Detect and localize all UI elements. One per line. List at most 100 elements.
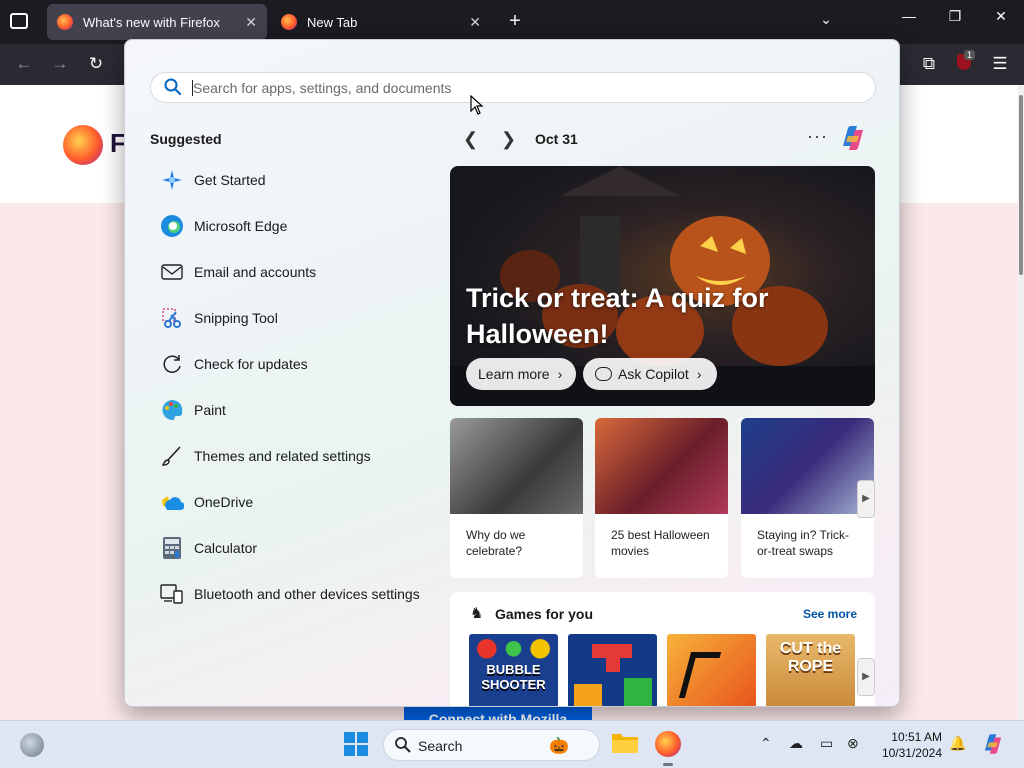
windows-start-icon[interactable] xyxy=(343,731,371,759)
game-controller-icon: ♞ xyxy=(470,605,484,622)
block-red xyxy=(592,644,632,658)
halloween-pumpkin-icon: 🎃 xyxy=(549,738,569,755)
notification-bell-icon[interactable]: 🔔 xyxy=(949,735,966,752)
scrollbar-thumb[interactable] xyxy=(1019,95,1023,275)
suggested-item-paint[interactable]: Paint xyxy=(150,387,440,433)
suggested-item-label: Check for updates xyxy=(194,356,308,372)
reload-icon[interactable]: ↻ xyxy=(84,54,108,74)
browser-tab-bar: What's new with Firefox ✕ New Tab ✕ + ⌄ … xyxy=(0,0,1024,44)
suggested-item-label: Microsoft Edge xyxy=(194,218,288,234)
clock[interactable]: 10:51 AM 10/31/2024 xyxy=(876,729,942,761)
start-search-box[interactable] xyxy=(150,72,876,103)
news-caption: Why do we celebrate? xyxy=(466,528,526,558)
news-card[interactable]: Staying in? Trick-or-treat swaps xyxy=(741,418,874,578)
firefox-favicon-icon xyxy=(57,14,73,30)
hero-card[interactable]: Trick or treat: A quiz for Halloween! Le… xyxy=(450,166,875,406)
clock-date: 10/31/2024 xyxy=(881,746,942,760)
suggested-item-label: Paint xyxy=(194,402,226,418)
stickman-figure xyxy=(678,652,722,698)
ublock-badge: 1 xyxy=(964,50,976,60)
copilot-taskbar-icon[interactable] xyxy=(980,731,1008,759)
ublock-icon[interactable]: 1 xyxy=(952,50,976,75)
connect-mozilla-button[interactable]: Connect with Mozilla xyxy=(404,707,592,721)
refresh-icon xyxy=(159,351,185,377)
display-icon[interactable]: ▭ xyxy=(820,735,833,752)
clock-time: 10:51 AM xyxy=(891,730,942,744)
block-red-2 xyxy=(606,658,620,672)
close-window-button[interactable]: ✕ xyxy=(986,8,1016,25)
search-icon xyxy=(395,737,411,753)
get-started-icon xyxy=(159,167,185,193)
ask-copilot-button[interactable]: Ask Copilot › xyxy=(583,358,717,390)
suggested-item-snipping-tool[interactable]: Snipping Tool xyxy=(150,295,440,341)
suggested-item-edge[interactable]: Microsoft Edge xyxy=(150,203,440,249)
games-next-button[interactable]: ▶ xyxy=(857,658,875,696)
game-tile-bubble-shooter[interactable]: BUBBLE SHOOTER xyxy=(469,634,558,706)
block-green xyxy=(624,678,652,706)
game-tile-cut-the-rope[interactable]: CUT the ROPE xyxy=(766,634,855,706)
minimize-button[interactable]: — xyxy=(894,8,924,24)
chevron-right-icon: › xyxy=(696,366,702,382)
close-icon[interactable]: ✕ xyxy=(469,14,481,31)
page-scrollbar[interactable] xyxy=(1018,85,1024,720)
menu-icon[interactable]: ☰ xyxy=(988,54,1012,74)
network-icon[interactable]: ⊗ xyxy=(847,735,859,752)
news-thumbnail xyxy=(595,418,728,514)
feed-date: Oct 31 xyxy=(535,131,578,147)
taskbar: Search 🎃 ⌃ ☁ ▭ ⊗ 10:51 AM 10/31/2024 🔔 xyxy=(0,720,1024,768)
extensions-icon[interactable]: ⧉ xyxy=(917,54,941,74)
search-input[interactable] xyxy=(193,77,853,99)
chevron-left-icon[interactable]: ❮ xyxy=(463,129,478,150)
text-caret xyxy=(192,80,193,96)
maximize-button[interactable]: ❐ xyxy=(940,8,970,25)
back-icon[interactable]: ← xyxy=(12,54,36,74)
copilot-icon[interactable] xyxy=(837,122,869,154)
tab-new-tab[interactable]: New Tab ✕ xyxy=(271,4,491,40)
ask-copilot-label: Ask Copilot xyxy=(618,366,689,382)
tab-list-icon[interactable] xyxy=(10,13,28,29)
learn-more-button[interactable]: Learn more › xyxy=(466,358,576,390)
widgets-icon[interactable] xyxy=(20,733,44,757)
palette-icon xyxy=(159,397,185,423)
tab-label: What's new with Firefox xyxy=(83,14,220,30)
firefox-taskbar-icon[interactable] xyxy=(655,731,681,757)
more-options-icon[interactable]: ··· xyxy=(807,126,828,147)
calculator-icon xyxy=(159,535,185,561)
suggested-item-get-started[interactable]: Get Started xyxy=(150,157,440,203)
news-card[interactable]: 25 best Halloween movies xyxy=(595,418,728,578)
block-orange xyxy=(574,684,602,706)
game-tile-blocks[interactable] xyxy=(568,634,657,706)
suggested-item-calculator[interactable]: Calculator xyxy=(150,525,440,571)
cloud-off-icon[interactable]: ☁ xyxy=(789,735,803,752)
news-card[interactable]: Why do we celebrate? xyxy=(450,418,583,578)
taskbar-search-label: Search xyxy=(418,738,463,754)
suggested-item-themes[interactable]: Themes and related settings xyxy=(150,433,440,479)
games-section: ♞ Games for you See more BUBBLE SHOOTER … xyxy=(450,592,875,706)
suggested-item-label: Calculator xyxy=(194,540,258,556)
suggested-item-label: Get Started xyxy=(194,172,266,188)
suggested-item-bluetooth[interactable]: Bluetooth and other devices settings xyxy=(150,571,440,617)
chevron-right-icon[interactable]: ❯ xyxy=(501,129,516,150)
suggested-item-onedrive[interactable]: OneDrive xyxy=(150,479,440,525)
suggested-item-email[interactable]: Email and accounts xyxy=(150,249,440,295)
file-explorer-icon[interactable] xyxy=(611,731,639,759)
suggested-item-label: Bluetooth and other devices settings xyxy=(194,586,420,602)
suggested-item-check-updates[interactable]: Check for updates xyxy=(150,341,440,387)
learn-more-label: Learn more xyxy=(478,366,550,382)
tab-whats-new[interactable]: What's new with Firefox ✕ xyxy=(47,4,267,40)
cloud-icon xyxy=(159,489,185,515)
game-label: BUBBLE SHOOTER xyxy=(481,662,546,692)
chevron-down-icon[interactable]: ⌄ xyxy=(811,11,841,28)
taskbar-search[interactable]: Search 🎃 xyxy=(383,729,600,761)
chevron-right-icon: › xyxy=(557,366,563,382)
games-title: Games for you xyxy=(495,606,594,622)
close-icon[interactable]: ✕ xyxy=(245,14,257,31)
game-tile-stickman[interactable] xyxy=(667,634,756,706)
forward-icon[interactable]: → xyxy=(48,54,72,74)
cards-next-button[interactable]: ▶ xyxy=(857,480,875,518)
scissors-icon xyxy=(159,305,185,331)
chevron-up-icon[interactable]: ⌃ xyxy=(760,735,772,752)
see-more-link[interactable]: See more xyxy=(803,607,857,621)
suggested-item-label: OneDrive xyxy=(194,494,254,510)
new-tab-button[interactable]: + xyxy=(500,10,530,33)
